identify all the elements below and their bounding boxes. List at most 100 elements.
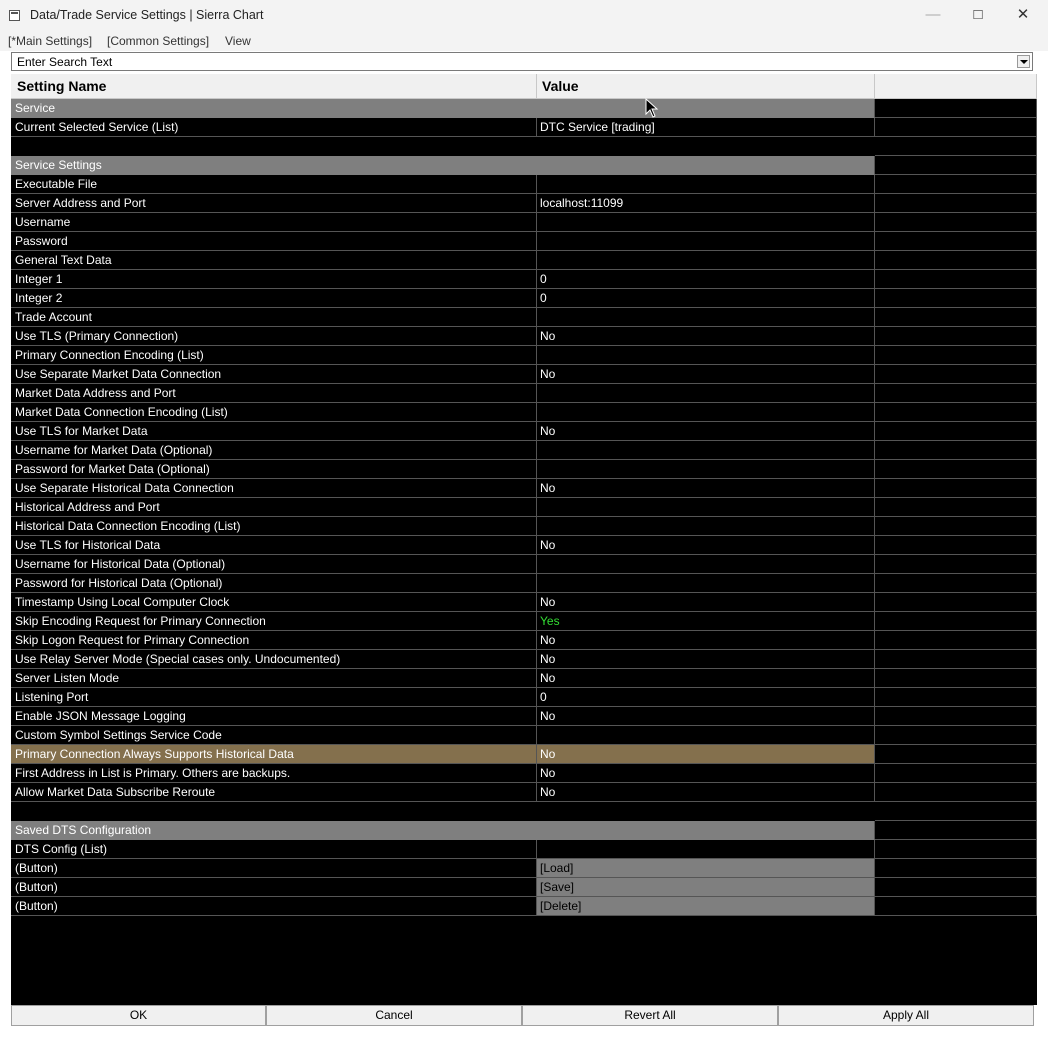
setting-row-listening-port[interactable]: Listening Port 0 bbox=[11, 688, 1037, 707]
app-icon bbox=[9, 10, 20, 21]
setting-value[interactable] bbox=[537, 498, 875, 517]
setting-value[interactable]: No bbox=[537, 479, 875, 498]
setting-value bbox=[537, 99, 875, 118]
setting-value[interactable]: No bbox=[537, 650, 875, 669]
setting-value[interactable] bbox=[537, 403, 875, 422]
minimize-icon[interactable]: — bbox=[910, 0, 956, 31]
setting-row-skip-logon-request-for-primary-connection[interactable]: Skip Logon Request for Primary Connectio… bbox=[11, 631, 1037, 650]
setting-value[interactable]: 0 bbox=[537, 289, 875, 308]
setting-value[interactable]: Yes bbox=[537, 612, 875, 631]
maximize-icon[interactable]: □ bbox=[955, 0, 1001, 31]
setting-row-allow-market-data-subscribe-reroute[interactable]: Allow Market Data Subscribe Reroute No bbox=[11, 783, 1037, 802]
setting-value[interactable] bbox=[537, 726, 875, 745]
setting-value[interactable]: No bbox=[537, 783, 875, 802]
setting-value[interactable] bbox=[537, 384, 875, 403]
setting-value[interactable]: No bbox=[537, 422, 875, 441]
revert-all-button[interactable]: Revert All bbox=[522, 1005, 778, 1026]
setting-value[interactable] bbox=[537, 555, 875, 574]
setting-row-button[interactable]: (Button) [Load] bbox=[11, 859, 1037, 878]
setting-row-use-separate-historical-data-connection[interactable]: Use Separate Historical Data Connection N… bbox=[11, 479, 1037, 498]
setting-value[interactable] bbox=[537, 251, 875, 270]
setting-row-dts-config-list[interactable]: DTS Config (List) bbox=[11, 840, 1037, 859]
setting-value[interactable]: DTC Service [trading] bbox=[537, 118, 875, 137]
setting-value[interactable]: No bbox=[537, 536, 875, 555]
menu-common-settings[interactable]: [Common Settings] bbox=[107, 34, 209, 48]
column-header-value[interactable]: Value bbox=[537, 74, 875, 99]
ok-button[interactable]: OK bbox=[11, 1005, 266, 1026]
setting-row-market-data-connection-encoding-list[interactable]: Market Data Connection Encoding (List) bbox=[11, 403, 1037, 422]
setting-row-integer-1[interactable]: Integer 10 bbox=[11, 270, 1037, 289]
setting-row-server-address-and-port[interactable]: Server Address and Port localhost:11099 bbox=[11, 194, 1037, 213]
setting-value[interactable]: No bbox=[537, 669, 875, 688]
apply-all-button[interactable]: Apply All bbox=[778, 1005, 1034, 1026]
setting-value[interactable]: No bbox=[537, 745, 875, 764]
setting-value[interactable]: No bbox=[537, 764, 875, 783]
setting-value[interactable] bbox=[537, 441, 875, 460]
setting-row-button[interactable]: (Button) [Save] bbox=[11, 878, 1037, 897]
setting-value[interactable]: No bbox=[537, 365, 875, 384]
setting-value[interactable] bbox=[537, 213, 875, 232]
setting-name: Primary Connection Encoding (List) bbox=[11, 346, 537, 365]
setting-row-general-text-data[interactable]: General Text Data bbox=[11, 251, 1037, 270]
setting-row-historical-address-and-port[interactable]: Historical Address and Port bbox=[11, 498, 1037, 517]
setting-row-current-selected-service-list[interactable]: Current Selected Service (List) DTC Servi… bbox=[11, 118, 1037, 137]
cancel-button[interactable]: Cancel bbox=[266, 1005, 522, 1026]
setting-value[interactable]: 0 bbox=[537, 688, 875, 707]
setting-row-use-tls-primary-connection[interactable]: Use TLS (Primary Connection) No bbox=[11, 327, 1037, 346]
setting-row-primary-connection-encoding-list[interactable]: Primary Connection Encoding (List) bbox=[11, 346, 1037, 365]
setting-row-timestamp-using-local-computer-clock[interactable]: Timestamp Using Local Computer Clock No bbox=[11, 593, 1037, 612]
setting-value[interactable] bbox=[537, 574, 875, 593]
setting-value[interactable]: 0 bbox=[537, 270, 875, 289]
action-button[interactable]: [Save] bbox=[537, 878, 875, 897]
menu-view[interactable]: View bbox=[225, 34, 251, 48]
action-button[interactable]: [Load] bbox=[537, 859, 875, 878]
extra-column-cell bbox=[875, 460, 1037, 479]
setting-value[interactable] bbox=[537, 517, 875, 536]
setting-value[interactable] bbox=[537, 346, 875, 365]
close-icon[interactable]: ✕ bbox=[1000, 0, 1046, 31]
setting-row-first-address-in-list-is-primary-others-are-backups[interactable]: First Address in List is Primary. Others… bbox=[11, 764, 1037, 783]
setting-row-use-relay-server-mode-special-cases-only-undocumented[interactable]: Use Relay Server Mode (Special cases onl… bbox=[11, 650, 1037, 669]
setting-row-server-listen-mode[interactable]: Server Listen Mode No bbox=[11, 669, 1037, 688]
setting-row-use-separate-market-data-connection[interactable]: Use Separate Market Data Connection No bbox=[11, 365, 1037, 384]
setting-value[interactable]: No bbox=[537, 327, 875, 346]
setting-row-skip-encoding-request-for-primary-connection[interactable]: Skip Encoding Request for Primary Connec… bbox=[11, 612, 1037, 631]
setting-value[interactable] bbox=[537, 460, 875, 479]
chevron-down-icon[interactable] bbox=[1017, 55, 1030, 68]
extra-column-cell bbox=[875, 308, 1037, 327]
setting-row-executable-file[interactable]: Executable File bbox=[11, 175, 1037, 194]
extra-column-cell bbox=[875, 441, 1037, 460]
setting-value[interactable] bbox=[537, 232, 875, 251]
setting-value[interactable]: No bbox=[537, 593, 875, 612]
search-input[interactable]: Enter Search Text bbox=[11, 52, 1033, 71]
section-header-saved-dts-configuration[interactable]: Saved DTS Configuration bbox=[11, 821, 1037, 840]
setting-row-password-for-market-data-optional[interactable]: Password for Market Data (Optional) bbox=[11, 460, 1037, 479]
setting-row-username-for-market-data-optional[interactable]: Username for Market Data (Optional) bbox=[11, 441, 1037, 460]
setting-row-integer-2[interactable]: Integer 20 bbox=[11, 289, 1037, 308]
setting-value[interactable] bbox=[537, 308, 875, 327]
setting-row-trade-account[interactable]: Trade Account bbox=[11, 308, 1037, 327]
menu-main-settings[interactable]: [*Main Settings] bbox=[8, 34, 92, 48]
action-button[interactable]: [Delete] bbox=[537, 897, 875, 916]
setting-value[interactable]: No bbox=[537, 707, 875, 726]
setting-row-historical-data-connection-encoding-list[interactable]: Historical Data Connection Encoding (Lis… bbox=[11, 517, 1037, 536]
setting-value[interactable]: No bbox=[537, 631, 875, 650]
section-header-service[interactable]: Service bbox=[11, 99, 1037, 118]
setting-value[interactable] bbox=[537, 175, 875, 194]
setting-value[interactable] bbox=[537, 840, 875, 859]
setting-row-primary-connection-always-supports-historical-data[interactable]: Primary Connection Always Supports Histo… bbox=[11, 745, 1037, 764]
setting-row-enable-json-message-logging[interactable]: Enable JSON Message Logging No bbox=[11, 707, 1037, 726]
setting-row-button[interactable]: (Button) [Delete] bbox=[11, 897, 1037, 916]
setting-row-use-tls-for-market-data[interactable]: Use TLS for Market Data No bbox=[11, 422, 1037, 441]
column-header-setting-name[interactable]: Setting Name bbox=[11, 74, 537, 99]
setting-row-password-for-historical-data-optional[interactable]: Password for Historical Data (Optional) bbox=[11, 574, 1037, 593]
setting-row-market-data-address-and-port[interactable]: Market Data Address and Port bbox=[11, 384, 1037, 403]
setting-row-username[interactable]: Username bbox=[11, 213, 1037, 232]
setting-name: (Button) bbox=[11, 878, 537, 897]
setting-row-use-tls-for-historical-data[interactable]: Use TLS for Historical Data No bbox=[11, 536, 1037, 555]
setting-value[interactable]: localhost:11099 bbox=[537, 194, 875, 213]
setting-row-username-for-historical-data-optional[interactable]: Username for Historical Data (Optional) bbox=[11, 555, 1037, 574]
section-header-service-settings[interactable]: Service Settings bbox=[11, 156, 1037, 175]
setting-row-custom-symbol-settings-service-code[interactable]: Custom Symbol Settings Service Code bbox=[11, 726, 1037, 745]
setting-row-password[interactable]: Password bbox=[11, 232, 1037, 251]
